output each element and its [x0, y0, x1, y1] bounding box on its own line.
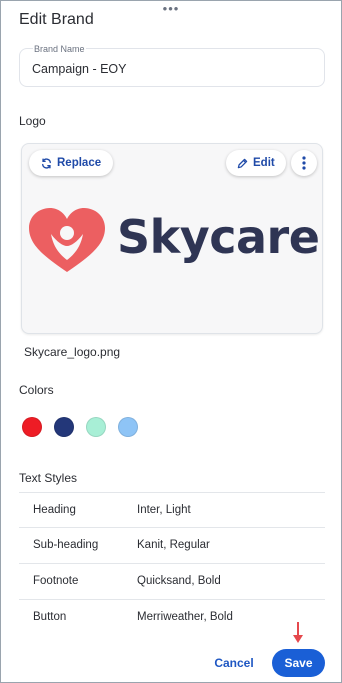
arrow-down-icon	[293, 622, 303, 643]
text-styles-section-label: Text Styles	[19, 471, 78, 485]
more-vertical-icon[interactable]	[291, 150, 317, 176]
text-styles-table: Heading Inter, Light Sub-heading Kanit, …	[19, 492, 325, 636]
color-swatch-mint[interactable]	[86, 417, 106, 437]
edit-label: Edit	[253, 157, 275, 169]
text-style-row-button[interactable]: Button Merriweather, Bold	[19, 600, 325, 636]
logo-section-label: Logo	[19, 114, 46, 128]
logo-wordmark: Skycare	[117, 210, 320, 264]
style-font: Inter, Light	[137, 504, 191, 516]
edit-brand-panel: ••• Edit Brand Brand Name Campaign - EOY…	[0, 0, 342, 683]
brand-name-field[interactable]: Brand Name Campaign - EOY	[19, 44, 325, 87]
colors-section-label: Colors	[19, 383, 54, 397]
save-button[interactable]: Save	[272, 649, 325, 677]
pencil-icon	[237, 158, 248, 169]
color-swatches	[22, 417, 138, 437]
heart-person-icon	[29, 208, 105, 272]
edit-button[interactable]: Edit	[226, 150, 286, 176]
style-name: Sub-heading	[33, 539, 99, 551]
style-font: Quicksand, Bold	[137, 575, 221, 587]
text-style-row-sub-heading[interactable]: Sub-heading Kanit, Regular	[19, 528, 325, 564]
style-name: Footnote	[33, 575, 79, 587]
style-font: Kanit, Regular	[137, 539, 210, 551]
style-name: Heading	[33, 504, 76, 516]
style-font: Merriweather, Bold	[137, 611, 233, 623]
refresh-icon	[41, 157, 52, 169]
text-style-row-footnote[interactable]: Footnote Quicksand, Bold	[19, 564, 325, 600]
logo-preview-card: Replace Edit Skycare	[21, 143, 323, 334]
brand-name-label: Brand Name	[33, 44, 86, 54]
replace-button[interactable]: Replace	[29, 150, 113, 176]
color-swatch-sky-blue[interactable]	[118, 417, 138, 437]
logo-filename: Skycare_logo.png	[24, 345, 121, 359]
replace-label: Replace	[57, 157, 102, 169]
brand-name-value[interactable]: Campaign - EOY	[32, 62, 126, 76]
style-name: Button	[33, 611, 67, 623]
brand-logo-image: Skycare	[27, 206, 321, 276]
page-title: Edit Brand	[19, 11, 94, 28]
text-style-row-heading[interactable]: Heading Inter, Light	[19, 492, 325, 528]
color-swatch-navy[interactable]	[54, 417, 74, 437]
cancel-button[interactable]: Cancel	[206, 649, 262, 677]
color-swatch-red[interactable]	[22, 417, 42, 437]
